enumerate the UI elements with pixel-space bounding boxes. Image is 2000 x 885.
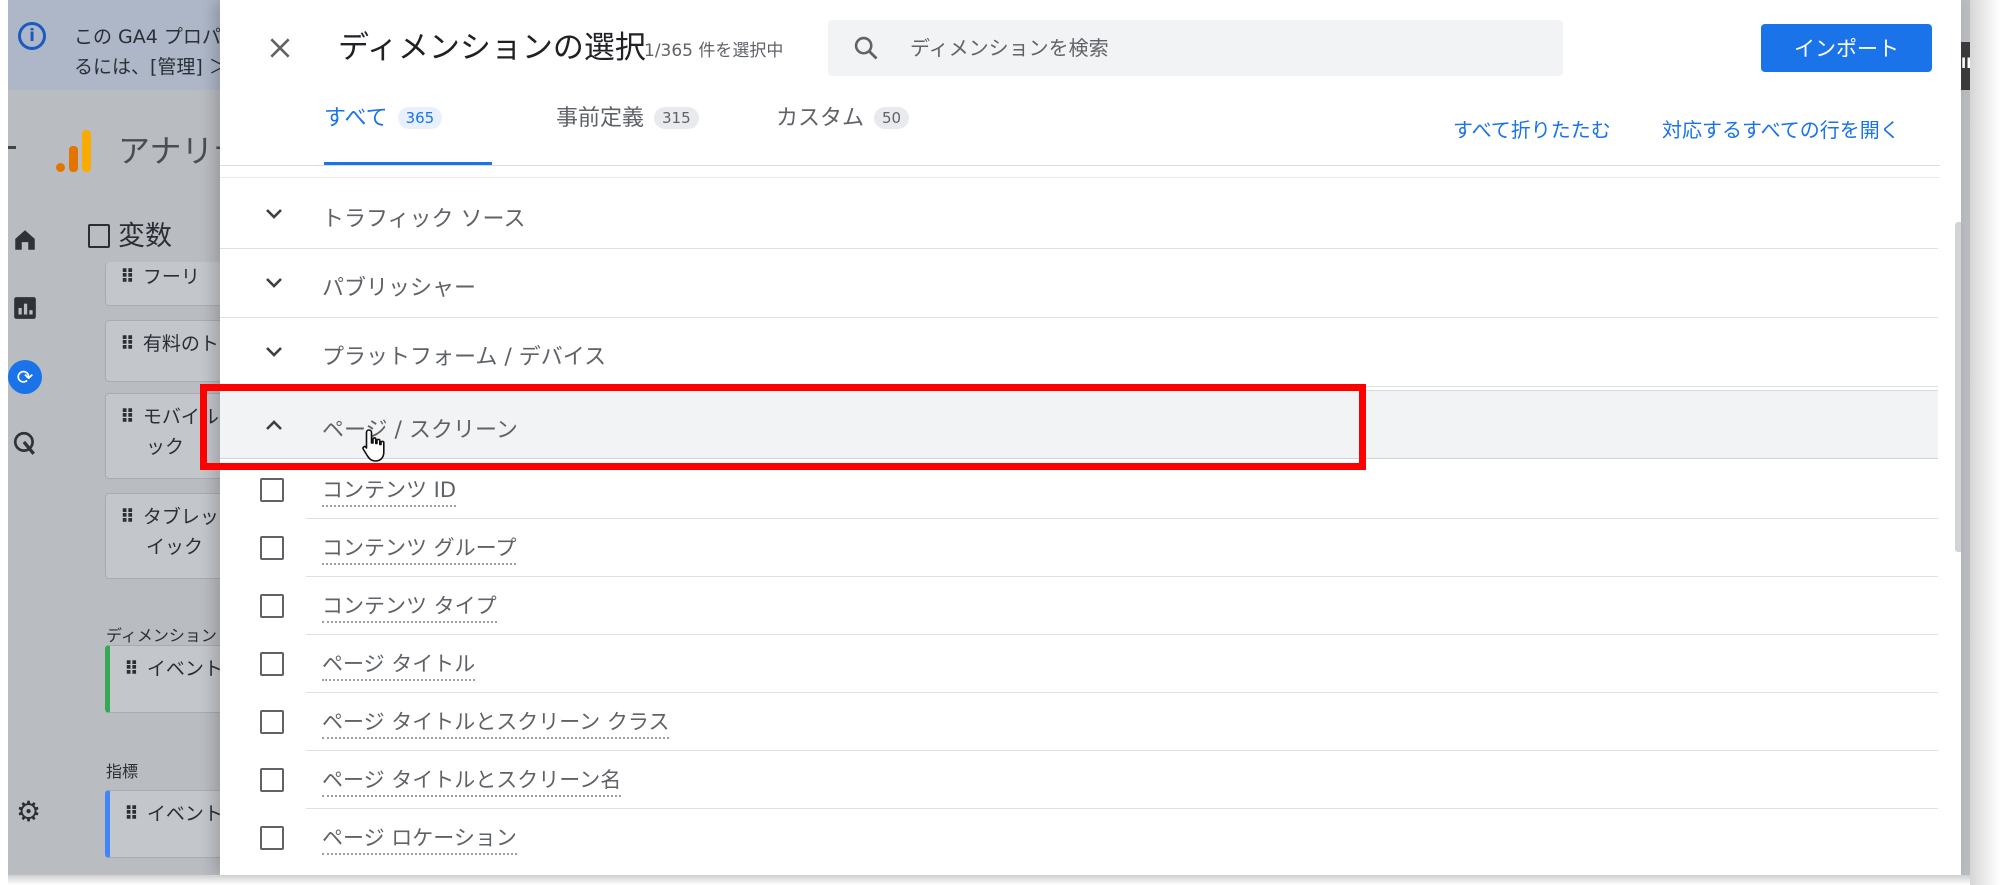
selected-count: 1/365 件を選択中 [644, 41, 784, 61]
category-row-platform-device[interactable]: プラットフォーム / デバイス [220, 318, 1945, 387]
dimension-label[interactable]: ページ ロケーション [322, 822, 517, 855]
home-icon[interactable] [12, 227, 38, 253]
tabs-divider [220, 165, 1940, 166]
banner-text-line2: るには、[管理] ＞ [74, 56, 228, 78]
scrollbar-thumb[interactable] [1955, 222, 1961, 552]
segment-card-label-cont: ック [146, 436, 185, 458]
advertising-icon[interactable] [12, 430, 38, 456]
drag-handle-icon[interactable]: ⠿ [120, 506, 135, 528]
search-icon [854, 36, 878, 60]
chevron-up-icon [266, 420, 282, 430]
close-button[interactable] [260, 28, 300, 68]
dimension-label[interactable]: ページ タイトルとスクリーン クラス [322, 706, 670, 739]
segment-card-label: 有料のト [142, 333, 219, 355]
dimension-label[interactable]: ページ タイトル [322, 648, 476, 681]
expand-all-link[interactable]: 対応するすべての行を開く [1662, 114, 1900, 143]
tab-all[interactable]: すべて 365 [324, 100, 443, 164]
drag-handle-icon[interactable]: ⠿ [120, 266, 135, 288]
drag-handle-icon[interactable]: ⠿ [120, 333, 135, 355]
metric-card[interactable]: ⠿ イベント [105, 790, 235, 858]
dimension-row[interactable]: ページ タイトル [220, 635, 1945, 693]
search-input[interactable] [908, 20, 1548, 76]
category-row-publisher[interactable]: パブリッシャー [220, 249, 1945, 318]
left-nav-rail: ⟳ [8, 195, 68, 875]
dimension-row[interactable]: ページ ロケーション [220, 809, 1945, 867]
category-label: ページ / スクリーン [322, 418, 518, 443]
dimension-label[interactable]: コンテンツ グループ [322, 532, 517, 565]
chevron-down-icon [266, 347, 282, 357]
dimension-card-label: イベント [146, 658, 223, 680]
category-row-traffic-source[interactable]: トラフィック ソース [220, 180, 1945, 249]
analytics-logo-icon [56, 128, 92, 172]
dimension-label[interactable]: コンテンツ タイプ [322, 590, 497, 623]
chevron-down-icon [266, 278, 282, 288]
tab-custom[interactable]: カスタム 50 [776, 100, 910, 164]
segment-card[interactable]: ⠿ タブレッイック [105, 493, 235, 579]
dimension-selection-dialog: ディメンションの選択 1/365 件を選択中 インポート すべて 365 事前定義… [220, 0, 1961, 875]
variables-title: 変数 [88, 214, 172, 253]
dimension-checkbox[interactable] [260, 536, 284, 560]
menu-icon[interactable] [8, 146, 16, 149]
segment-card-label: モバイル [142, 406, 219, 428]
category-label: パブリッシャー [322, 276, 477, 301]
segment-card[interactable]: ⠿ モバイルック [105, 393, 235, 479]
gear-icon[interactable]: ⚙ [16, 795, 41, 828]
dimension-row[interactable]: コンテンツ ID [220, 461, 1945, 519]
dimension-row[interactable]: コンテンツ タイプ [220, 577, 1945, 635]
metrics-section-label: 指標 [106, 762, 139, 781]
dimensions-section-label: ディメンション [106, 626, 217, 645]
explore-icon[interactable]: ⟳ [8, 360, 42, 394]
tab-label: 事前定義 [556, 106, 645, 131]
segment-card[interactable]: ⠿ フーリ [105, 262, 235, 306]
dimension-checkbox[interactable] [260, 826, 284, 850]
variables-icon [88, 224, 110, 248]
metric-card-label: イベント [146, 803, 223, 825]
close-icon [270, 38, 290, 58]
variables-title-text: 変数 [118, 221, 172, 252]
dialog-title: ディメンションの選択 [338, 30, 646, 66]
dimension-card[interactable]: ⠿ イベント [105, 645, 235, 713]
info-icon: i [18, 22, 46, 50]
list-divider [220, 177, 1940, 178]
reports-icon[interactable] [12, 295, 38, 321]
chevron-down-icon [266, 209, 282, 219]
drag-handle-icon[interactable]: ⠿ [124, 658, 139, 680]
segment-card[interactable]: ⠿ 有料のト [105, 320, 235, 382]
segment-card-label: フーリ [142, 266, 200, 288]
tab-count-badge: 365 [397, 107, 443, 129]
dimension-label[interactable]: コンテンツ ID [322, 474, 457, 507]
frame-shadow-bottom [8, 875, 1970, 885]
drag-handle-icon[interactable]: ⠿ [124, 803, 139, 825]
category-label: プラットフォーム / デバイス [322, 345, 607, 370]
segment-card-label-cont: イック [146, 536, 204, 558]
tab-label: すべて [324, 106, 388, 131]
category-label: トラフィック ソース [322, 207, 526, 232]
category-row-page-screen[interactable]: ページ / スクリーン [220, 390, 1945, 459]
frame-shadow-right [1970, 0, 2000, 885]
tab-label: カスタム [776, 106, 865, 131]
dimension-row[interactable]: ページ タイトルとスクリーン クラス [220, 693, 1945, 751]
dimension-row[interactable]: コンテンツ グループ [220, 519, 1945, 577]
collapse-all-link[interactable]: すべて折りたたむ [1453, 114, 1611, 143]
dimension-checkbox[interactable] [260, 652, 284, 676]
import-button[interactable]: インポート [1761, 24, 1932, 72]
dimension-checkbox[interactable] [260, 478, 284, 502]
dimension-checkbox[interactable] [260, 710, 284, 734]
banner-text-line1: この GA4 プロパ [74, 26, 221, 48]
search-box[interactable] [828, 20, 1563, 76]
tab-count-badge: 50 [874, 107, 910, 129]
dimension-checkbox[interactable] [260, 594, 284, 618]
dimension-label[interactable]: ページ タイトルとスクリーン名 [322, 764, 622, 797]
tab-count-badge: 315 [654, 107, 699, 129]
segment-card-label: タブレッ [142, 506, 219, 528]
dimension-checkbox[interactable] [260, 768, 284, 792]
dimension-row[interactable]: ページ タイトルとスクリーン名 [220, 751, 1945, 809]
drag-handle-icon[interactable]: ⠿ [120, 406, 135, 428]
tab-predefined[interactable]: 事前定義 315 [556, 100, 699, 164]
